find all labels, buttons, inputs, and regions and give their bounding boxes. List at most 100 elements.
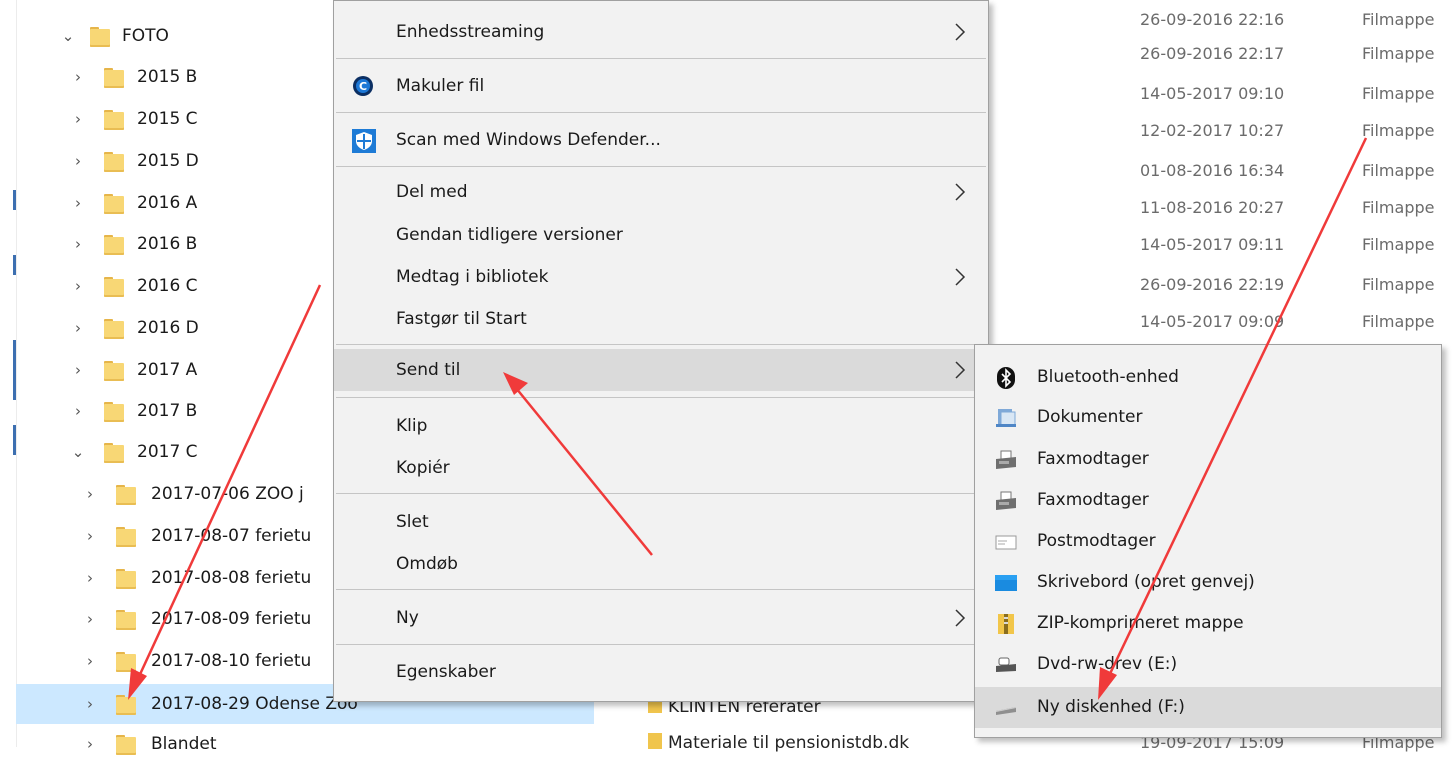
tree-item-label: 2017-07-06 ZOO j [151,484,304,504]
menu-item-delete[interactable]: Slet [334,501,988,543]
menu-item-copy[interactable]: Kopiér [334,447,988,489]
chevron-right-icon[interactable]: › [68,141,88,181]
menu-item-label: Omdøb [396,554,458,574]
folder-icon [116,610,136,630]
menu-separator [336,644,986,645]
menu-item-restore[interactable]: Gendan tidligere versioner [334,214,988,256]
sendto-item-bluetooth[interactable]: Bluetooth-enhed [975,357,1441,398]
chevron-right-icon[interactable]: › [80,599,100,639]
tree-item-label: 2015 D [137,151,199,171]
sendto-item-documents[interactable]: Dokumenter [975,397,1441,438]
menu-item-streaming[interactable]: Enhedsstreaming [334,11,988,53]
menu-item-label: Enhedsstreaming [396,22,545,42]
menu-item-label: Gendan tidligere versioner [396,225,623,245]
chevron-right-icon[interactable]: › [68,57,88,97]
removable-drive-icon [995,697,1017,719]
folder-icon [104,277,124,297]
file-name[interactable]: Materiale til pensionistdb.dk [668,728,909,758]
dvd-drive-icon [995,654,1017,676]
menu-item-rename[interactable]: Omdøb [334,543,988,585]
menu-item-label: Send til [396,360,461,380]
documents-icon [995,407,1017,429]
chevron-right-icon[interactable]: › [80,558,100,598]
menu-item-label: Ny [396,608,419,628]
context-menu: Enhedsstreaming C Makuler fil Scan med W… [333,0,989,702]
folder-icon [116,735,136,755]
chevron-right-icon[interactable]: › [80,724,100,764]
menu-item-new[interactable]: Ny [334,597,988,639]
windows-defender-shield-icon [352,129,376,153]
menu-item-share[interactable]: Del med [334,171,988,213]
sendto-submenu: Bluetooth-enhed Dokumenter Faxmodtager F… [974,344,1442,738]
sendto-item-label: Faxmodtager [1037,490,1149,510]
file-date: 14-05-2017 09:10 [1140,84,1285,103]
menu-item-properties[interactable]: Egenskaber [334,651,988,693]
chevron-right-icon [950,349,970,391]
file-date: 11-08-2016 20:27 [1140,198,1285,217]
menu-item-defender[interactable]: Scan med Windows Defender... [334,119,988,161]
folder-icon [116,695,136,715]
zip-folder-icon [995,613,1017,635]
file-type: Filmappe [1362,44,1435,63]
folder-icon [104,361,124,381]
folder-icon [104,110,124,130]
chevron-right-icon[interactable]: › [68,183,88,223]
menu-item-label: Slet [396,512,429,532]
chevron-right-icon[interactable]: › [68,391,88,431]
menu-separator [336,397,986,398]
folder-icon [104,152,124,172]
menu-separator [336,166,986,167]
menu-separator [336,58,986,59]
menu-separator [336,344,986,345]
sendto-item-removable-drive[interactable]: Ny diskenhed (F:) [975,687,1441,728]
sendto-item-dvd[interactable]: Dvd-rw-drev (E:) [975,644,1441,685]
sendto-item-mail[interactable]: Postmodtager [975,521,1441,562]
file-date: 26-09-2016 22:19 [1140,275,1285,294]
sendto-item-desktop[interactable]: Skrivebord (opret genvej) [975,562,1441,603]
tree-item-label: 2017-08-09 ferietu [151,609,312,629]
folder-icon [116,652,136,672]
tree-item-label: 2016 A [137,193,198,213]
file-type: Filmappe [1362,312,1435,331]
desktop-icon [995,572,1017,594]
chevron-down-icon[interactable]: ⌄ [58,16,78,56]
tree-item-label: 2017 C [137,442,198,462]
sendto-item-label: ZIP-komprimeret mappe [1037,613,1244,633]
menu-item-pin[interactable]: Fastgør til Start [334,298,988,340]
chevron-right-icon[interactable]: › [68,308,88,348]
menu-item-label: Egenskaber [396,662,496,682]
sendto-item-fax[interactable]: Faxmodtager [975,439,1441,480]
menu-item-cut[interactable]: Klip [334,405,988,447]
menu-item-label: Scan med Windows Defender... [396,130,661,150]
chevron-right-icon[interactable]: › [80,516,100,556]
menu-item-sendto[interactable]: Send til [334,349,988,391]
sendto-item-label: Skrivebord (opret genvej) [1037,572,1255,592]
menu-separator [336,589,986,590]
chevron-right-icon[interactable]: › [80,474,100,514]
chevron-right-icon[interactable]: › [80,684,100,724]
tree-item-label: 2016 C [137,276,198,296]
chevron-right-icon [950,256,970,298]
chevron-right-icon[interactable]: › [80,641,100,681]
file-type: Filmappe [1362,235,1435,254]
sendto-item-zip[interactable]: ZIP-komprimeret mappe [975,603,1441,644]
chevron-right-icon[interactable]: › [68,224,88,264]
menu-item-label: Del med [396,182,468,202]
menu-item-label: Fastgør til Start [396,309,527,329]
tree-item[interactable]: › Blandet [16,724,594,764]
folder-icon [116,527,136,547]
chevron-down-icon[interactable]: ⌄ [68,432,88,472]
file-type: Filmappe [1362,198,1435,217]
file-date: 26-09-2016 22:17 [1140,44,1285,63]
menu-item-shred[interactable]: C Makuler fil [334,65,988,107]
file-type: Filmappe [1362,275,1435,294]
sendto-item-label: Postmodtager [1037,531,1156,551]
menu-item-library[interactable]: Medtag i bibliotek [334,256,988,298]
chevron-right-icon[interactable]: › [68,350,88,390]
chevron-right-icon[interactable]: › [68,266,88,306]
folder-icon [104,68,124,88]
sendto-item-label: Dvd-rw-drev (E:) [1037,654,1178,674]
sendto-item-fax[interactable]: Faxmodtager [975,480,1441,521]
chevron-right-icon[interactable]: › [68,99,88,139]
folder-icon [104,402,124,422]
